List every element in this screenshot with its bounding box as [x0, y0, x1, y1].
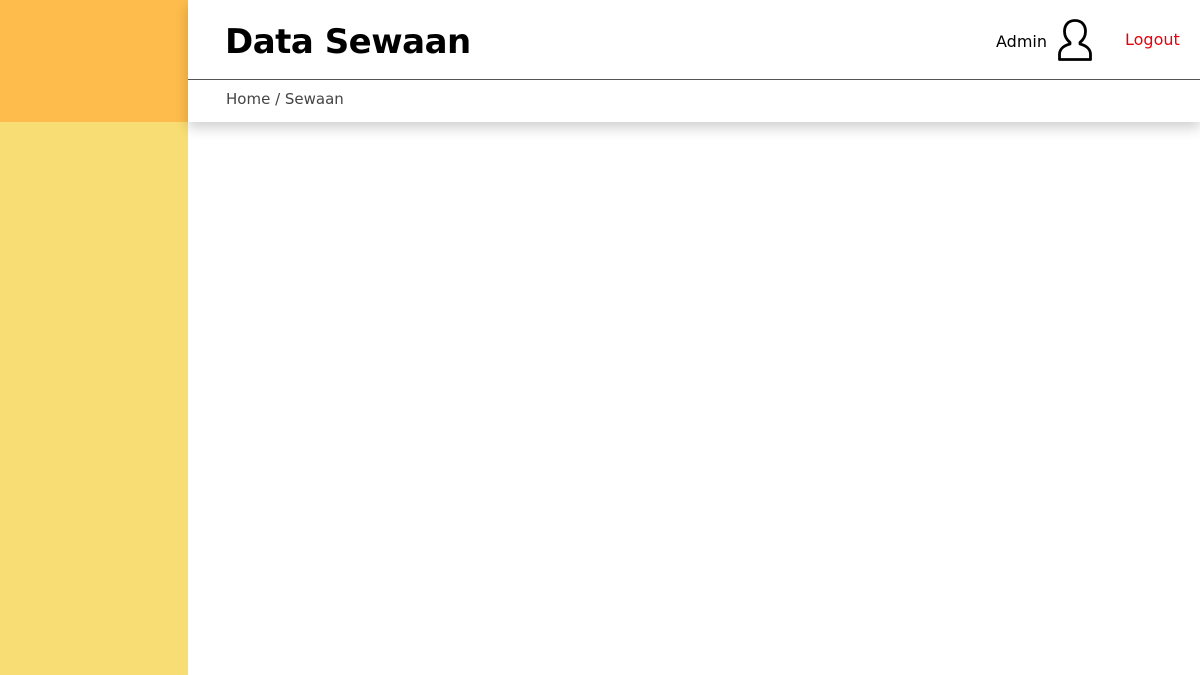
logout-link[interactable]: Logout [1125, 30, 1180, 50]
breadcrumb-home[interactable]: Home [226, 90, 270, 108]
breadcrumb: Home / Sewaan [226, 89, 344, 109]
main-panel: Data Sewaan Admin Logout Home / Sewaan [188, 0, 1200, 675]
header-row: Data Sewaan Admin Logout [188, 0, 1200, 80]
sidebar [0, 0, 188, 675]
sidebar-logo-area [0, 0, 188, 122]
breadcrumb-separator: / [270, 90, 285, 108]
content-area [188, 122, 1200, 675]
page-title: Data Sewaan [225, 22, 471, 62]
topbar: Data Sewaan Admin Logout Home / Sewaan [188, 0, 1200, 122]
breadcrumb-current: Sewaan [284, 90, 344, 108]
user-name[interactable]: Admin [996, 32, 1047, 52]
user-icon[interactable] [1056, 18, 1094, 62]
